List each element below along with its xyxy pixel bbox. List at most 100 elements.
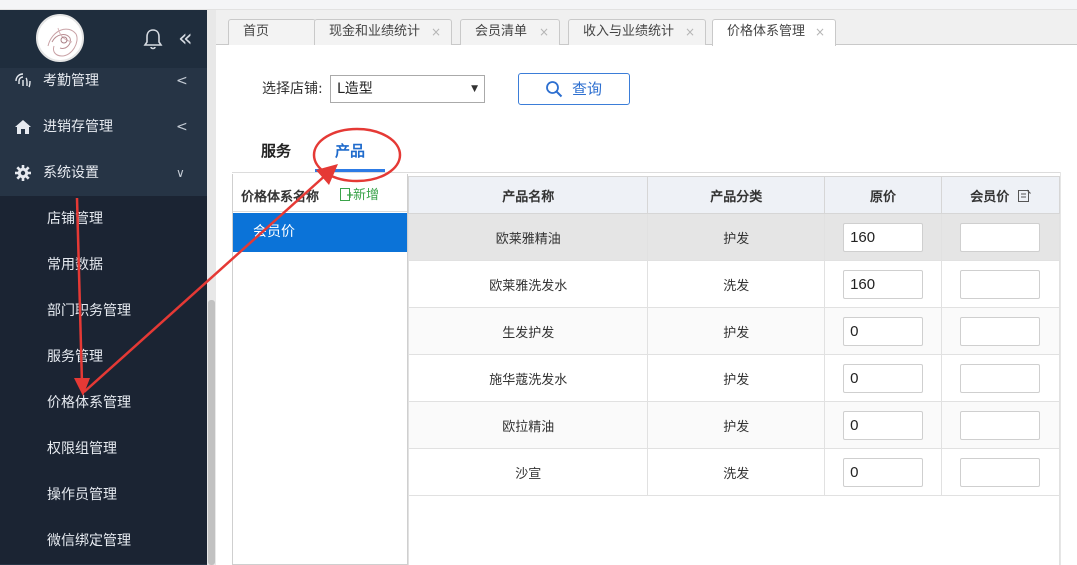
tab-price-system[interactable]: 价格体系管理 × — [712, 19, 836, 46]
table-empty-area — [408, 496, 1060, 565]
product-category-cell: 洗发 — [647, 260, 826, 308]
product-price-table: 产品名称 产品分类 原价 会员价 欧莱雅精油 护发 160 欧莱雅洗发水 洗发 — [407, 176, 1060, 496]
sidebar-item-label: 微信绑定管理 — [47, 533, 131, 549]
price-system-list-panel: 价格体系名称 新增 会员价 — [232, 174, 408, 565]
chevron-down-icon: ∨ — [176, 166, 185, 180]
sidebar-item-department-position[interactable]: 部门职务管理 — [0, 288, 207, 334]
sidebar-item-service-management[interactable]: 服务管理 — [0, 334, 207, 380]
menu-label: 系统设置 — [43, 165, 99, 181]
tab-service[interactable]: 服务 — [261, 140, 291, 161]
original-price-input[interactable]: 0 — [843, 363, 924, 393]
close-icon[interactable]: × — [815, 20, 825, 44]
tab-label: 首页 — [243, 24, 270, 39]
price-system-name-heading: 价格体系名称 — [241, 190, 320, 205]
original-price-input[interactable]: 160 — [843, 269, 924, 299]
table-header-row: 产品名称 产品分类 原价 会员价 — [407, 176, 1060, 214]
browser-top-strip — [0, 0, 1077, 10]
tab-home[interactable]: 首页 — [228, 19, 316, 45]
menu-item-system-settings[interactable]: 系统设置 ∨ — [0, 150, 207, 196]
product-category-cell: 护发 — [647, 354, 826, 402]
store-select[interactable]: L造型 ▼ — [330, 75, 485, 103]
sidebar: « 考勤管理 < 进销存管理 < 系统设置 ∨ 店铺管理 常用数据 部门职务管理… — [0, 10, 216, 565]
sidebar-item-label: 服务管理 — [47, 349, 103, 365]
menu-label: 考勤管理 — [43, 73, 99, 89]
bell-icon[interactable] — [143, 28, 163, 50]
column-header-product-category: 产品分类 — [647, 176, 826, 214]
close-icon[interactable]: × — [685, 20, 695, 44]
gear-icon — [15, 165, 31, 181]
product-category-cell: 洗发 — [647, 448, 826, 496]
sidebar-scrollbar[interactable] — [207, 10, 216, 565]
member-price-input[interactable] — [960, 316, 1041, 346]
store-select-value: L造型 — [337, 81, 373, 97]
query-button[interactable]: 查询 — [518, 73, 630, 105]
price-system-item-member-price[interactable]: 会员价 — [233, 213, 407, 252]
member-price-cell — [941, 213, 1060, 261]
member-price-cell — [941, 401, 1060, 449]
tab-bar: 首页 现金和业绩统计 × 会员清单 × 收入与业绩统计 × 价格体系管理 × — [216, 10, 1077, 46]
avatar[interactable] — [36, 14, 84, 62]
member-price-cell — [941, 260, 1060, 308]
original-price-cell: 160 — [824, 213, 943, 261]
member-price-cell — [941, 354, 1060, 402]
dropdown-arrow-icon: ▼ — [471, 84, 478, 94]
member-price-input[interactable] — [960, 269, 1041, 299]
table-row[interactable]: 沙宣 洗发 0 — [407, 448, 1060, 496]
close-icon[interactable]: × — [431, 20, 441, 44]
original-price-input[interactable]: 0 — [843, 410, 924, 440]
tab-product[interactable]: 产品 — [335, 140, 365, 161]
sidebar-item-common-data[interactable]: 常用数据 — [0, 242, 207, 288]
table-row[interactable]: 欧莱雅精油 护发 160 — [407, 213, 1060, 261]
original-price-cell: 0 — [824, 354, 943, 402]
close-icon[interactable]: × — [539, 20, 549, 44]
edit-icon[interactable] — [1017, 189, 1031, 202]
table-row[interactable]: 施华蔻洗发水 护发 0 — [407, 354, 1060, 402]
add-label: 新增 — [353, 188, 380, 203]
member-price-input[interactable] — [960, 363, 1041, 393]
member-price-input[interactable] — [960, 222, 1041, 252]
add-icon — [340, 188, 353, 201]
tab-cash-performance[interactable]: 现金和业绩统计 × — [314, 19, 452, 45]
tab-label: 现金和业绩统计 — [329, 24, 421, 39]
original-price-input[interactable]: 0 — [843, 457, 924, 487]
column-header-original-price: 原价 — [824, 176, 943, 214]
sidebar-item-operator-management[interactable]: 操作员管理 — [0, 472, 207, 518]
product-name-cell: 欧莱雅洗发水 — [407, 260, 649, 308]
product-category-cell: 护发 — [647, 401, 826, 449]
fingerprint-icon — [15, 73, 31, 88]
divider — [232, 172, 1077, 173]
menu-item-inventory[interactable]: 进销存管理 < — [0, 104, 207, 150]
collapse-sidebar-icon[interactable]: « — [178, 26, 193, 50]
member-price-input[interactable] — [960, 410, 1041, 440]
menu-item-attendance[interactable]: 考勤管理 < — [0, 58, 207, 104]
original-price-input[interactable]: 0 — [843, 316, 924, 346]
scrollbar-thumb[interactable] — [208, 300, 215, 565]
sidebar-item-permission-group[interactable]: 权限组管理 — [0, 426, 207, 472]
sidebar-item-store-management[interactable]: 店铺管理 — [0, 196, 207, 242]
chevron-left-icon: < — [176, 119, 188, 135]
add-price-system-button[interactable]: 新增 — [340, 184, 379, 203]
chevron-left-icon: < — [176, 73, 188, 89]
member-price-cell — [941, 448, 1060, 496]
table-row[interactable]: 生发护发 护发 0 — [407, 307, 1060, 355]
original-price-cell: 0 — [824, 401, 943, 449]
tab-label: 会员清单 — [475, 24, 528, 39]
column-header-member-price: 会员价 — [941, 176, 1060, 214]
tab-member-list[interactable]: 会员清单 × — [460, 19, 560, 45]
product-name-cell: 施华蔻洗发水 — [407, 354, 649, 402]
price-system-list-header: 价格体系名称 新增 — [233, 174, 407, 212]
member-price-input[interactable] — [960, 457, 1041, 487]
table-row[interactable]: 欧莱雅洗发水 洗发 160 — [407, 260, 1060, 308]
tab-label: 价格体系管理 — [727, 24, 806, 39]
product-name-cell: 欧拉精油 — [407, 401, 649, 449]
tab-income-performance[interactable]: 收入与业绩统计 × — [568, 19, 706, 45]
sidebar-item-label: 操作员管理 — [47, 487, 117, 503]
product-name-cell: 生发护发 — [407, 307, 649, 355]
home-icon — [15, 120, 31, 134]
sidebar-item-wechat-binding[interactable]: 微信绑定管理 — [0, 518, 207, 564]
original-price-cell: 0 — [824, 307, 943, 355]
original-price-input[interactable]: 160 — [843, 222, 924, 252]
sidebar-item-label: 店铺管理 — [47, 211, 103, 227]
sidebar-item-price-system[interactable]: 价格体系管理 — [0, 380, 207, 426]
table-row[interactable]: 欧拉精油 护发 0 — [407, 401, 1060, 449]
